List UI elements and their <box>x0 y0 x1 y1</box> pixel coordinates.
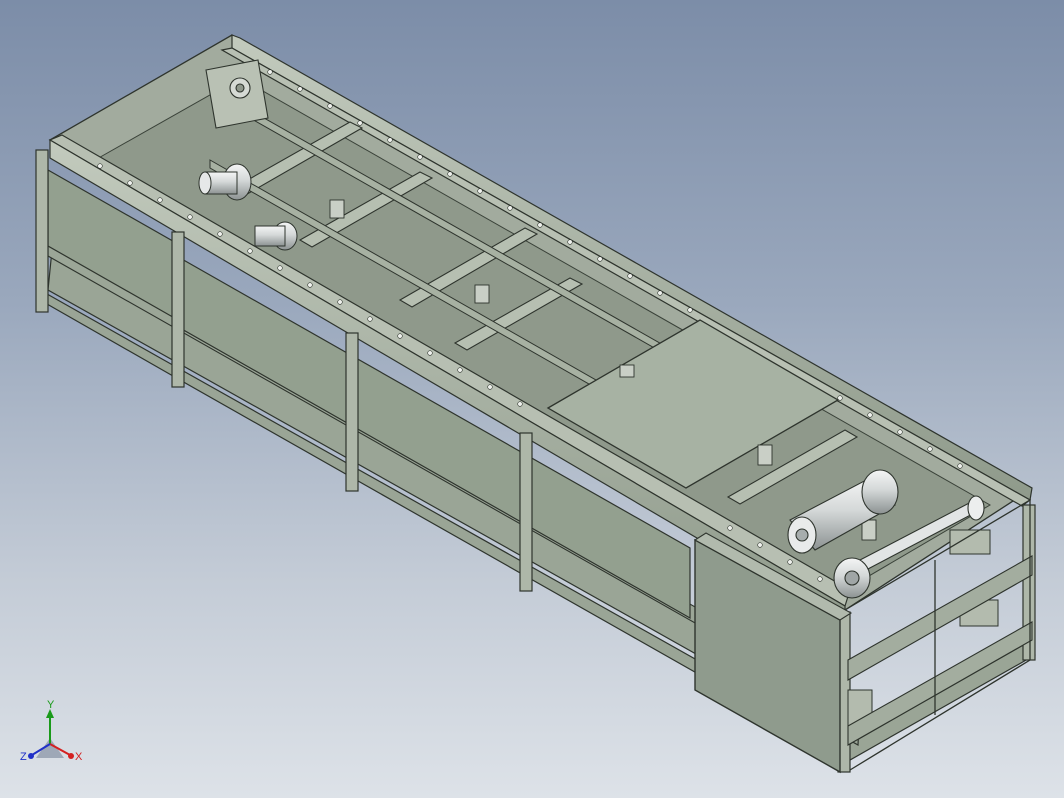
y-axis-label: Y <box>47 700 55 711</box>
x-axis-label: X <box>75 751 83 763</box>
z-axis-label: Z <box>20 751 27 763</box>
coordinate-triad-icon: Y X Z <box>20 700 83 763</box>
conveyor-assembly-model[interactable] <box>0 0 1064 798</box>
drive-housing-back <box>205 59 269 129</box>
graphics-viewport[interactable]: Y X Z <box>0 0 1064 798</box>
